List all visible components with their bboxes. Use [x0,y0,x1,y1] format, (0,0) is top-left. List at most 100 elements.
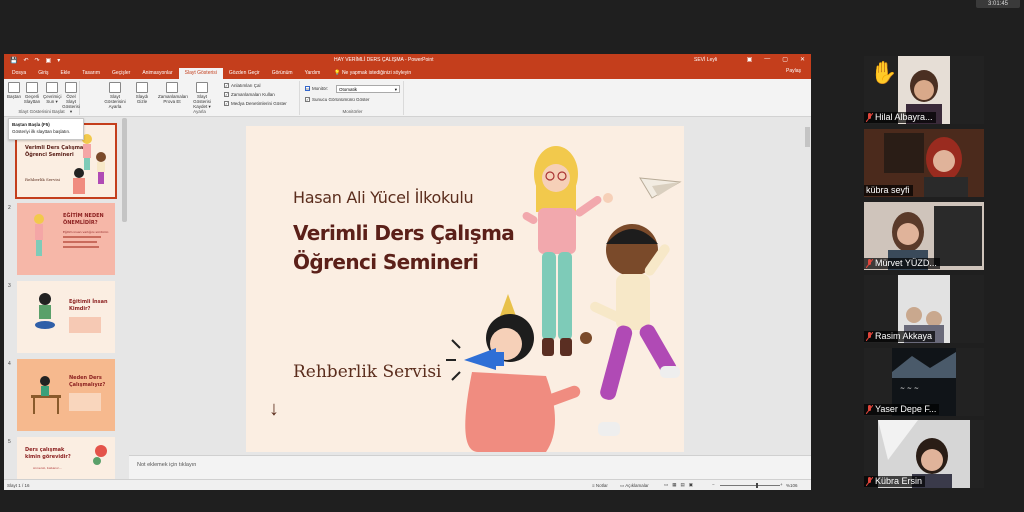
close-icon[interactable]: ✕ [800,56,805,63]
user-name[interactable]: SEVİ Leyli [694,57,717,63]
tab-design[interactable]: Tasarım [76,68,106,79]
thumb-1-text: Verimli Ders Çalışma [25,145,83,151]
thumb-5-text: Ders çalışmak [25,447,65,453]
notes-pane[interactable]: Not eklemek için tıklayın [129,455,811,479]
thumb-5-text: kimin görevidir? [25,454,71,460]
thumb-1-text: Öğrenci Semineri [25,151,74,158]
monitor-select[interactable]: Otomatik ▾ [336,85,400,93]
participant-tile[interactable]: Rasim Akkaya [864,275,984,343]
thumb-3-text: Kimdir? [69,306,91,312]
record-slideshow-button[interactable]: Slayt Gösterisi Kaydet ▾ [188,82,216,109]
thumb-2-text: ÖNEMLİDİR? [63,219,98,226]
play-narrations-checkbox[interactable]: ✓ Anlatımları Çal [224,83,261,88]
slide-thumbnail-3[interactable]: Eğitimli İnsan Kimdir? [17,281,115,353]
chevron-down-icon: ▾ [394,87,397,92]
ribbon-display-icon[interactable]: ▣ [747,56,753,63]
ribbon: Baştan Geçerli Slayttan Çevrimiçi Sun ▾ Öz… [4,79,811,117]
mic-muted-icon [865,258,874,269]
group-setup: Slayt Gösterisini Ayarla Slaydı Gizle Zama… [100,81,300,115]
customize-toolbar-icon[interactable]: ▾ [57,57,60,64]
record-icon [196,82,208,93]
from-beginning-button[interactable]: Baştan [6,82,22,99]
slide-number: 5 [8,439,11,445]
participant-name: Hilal Albayra... [864,112,936,123]
zoom-in-icon[interactable]: + [780,482,783,487]
slide-thumbnail-2[interactable]: EĞİTİM NEDEN ÖNEMLİDİR? Eğitim insan var… [17,203,115,275]
use-timings-checkbox[interactable]: ✓ Zamanlamaları Kullan [224,92,275,97]
scrollbar-thumb[interactable] [805,127,810,147]
powerpoint-window: 💾 ↶ ↷ ▣ ▾ HAY VERİMLİ DERS ÇALIŞMA - Pow… [4,54,811,490]
participant-name: Mürvet YÜZD... [864,258,940,269]
thumb-4-art: Neden Ders Çalışmalıyız? [31,375,105,414]
check-icon: ✓ [224,92,229,97]
participant-tile[interactable]: Kübra Ersin [864,420,984,488]
start-from-beginning-icon[interactable]: ▣ [46,57,52,64]
meeting-timer: 3:01:45 [976,0,1020,8]
monitor-icon: ▭ [305,86,310,91]
custom-show-icon [65,82,77,93]
hide-slide-button[interactable]: Slaydı Gizle [134,82,150,104]
quick-access-toolbar: 💾 ↶ ↷ ▣ ▾ [4,57,60,64]
zoom-level[interactable]: %106 [786,483,798,488]
tell-me-search[interactable]: 💡 Ne yapmak istediğinizi söyleyin [326,68,411,79]
presenter-view-checkbox[interactable]: ✓ Sunucu Görünümünü Göster [305,97,370,102]
thumb-2-art: EĞİTİM NEDEN ÖNEMLİDİR? Eğitim insan var… [34,212,109,256]
thumb-4-text: Çalışmalıyız? [69,382,105,388]
participant-name: Yaser Depe F... [864,404,940,415]
maximize-icon[interactable]: ▢ [782,56,788,63]
thumb-5-text: Anneniz, babanız... [33,466,62,470]
group-monitors-label: Monitörler [342,109,363,114]
thumb-2-text: Eğitim insan varlığını sürdürür. [63,230,109,234]
tab-review[interactable]: Gözden Geçir [223,68,266,79]
tab-home[interactable]: Giriş [32,68,54,79]
slide-scrollbar[interactable] [804,117,811,455]
hide-slide-icon [136,82,148,93]
slide-thumbnails-pane: 1 Hasan Ali Yücel İlkokulu Verimli Ders … [4,117,128,479]
view-buttons[interactable]: ▭▦▤▣ [664,482,697,488]
slide-number: 3 [8,283,11,289]
thumb-1-text: Rehberlik Servisi [25,177,61,182]
mic-muted-icon [865,331,874,342]
comments-button[interactable]: ▭ Açıklamalar [620,483,649,489]
tab-insert[interactable]: Ekle [54,68,76,79]
undo-icon[interactable]: ↶ [23,57,28,64]
show-media-controls-checkbox[interactable]: ✓ Medya Denetimlerini Göster [224,101,287,106]
meeting-screen: 3:01:45 💾 ↶ ↷ ▣ ▾ HAY VERİMLİ DERS ÇALIŞ… [0,0,1024,512]
redo-icon[interactable]: ↷ [35,57,40,64]
thumb-4-text: Neden Ders [69,375,102,381]
tab-view[interactable]: Görünüm [266,68,299,79]
running-boy-figure [580,224,680,436]
title-bar: 💾 ↶ ↷ ▣ ▾ HAY VERİMLİ DERS ÇALIŞMA - Pow… [4,54,811,66]
tab-slide-show[interactable]: Slayt Gösterisi [178,68,223,79]
setup-slideshow-button[interactable]: Slayt Gösterisini Ayarla [102,82,128,109]
rehearse-icon [166,82,178,93]
zoom-out-icon[interactable]: − [712,482,715,487]
share-button[interactable]: Paylaş [786,68,801,74]
thumb-3-text: Eğitimli İnsan [69,298,108,305]
participant-tile[interactable]: ✋ Hilal Albayra... [864,56,984,124]
minimize-icon[interactable]: — [764,56,770,63]
slide-thumbnail-4[interactable]: Neden Ders Çalışmalıyız? [17,359,115,431]
mic-muted-icon [865,476,874,487]
current-slide[interactable]: Hasan Ali Yücel İlkokulu Verimli Ders Ça… [246,126,684,452]
participant-tile[interactable]: Mürvet YÜZD... [864,202,984,270]
monitor-label: ▭ Monitör: [305,86,329,91]
save-icon[interactable]: 💾 [10,57,17,64]
zoom-slider[interactable] [720,483,780,488]
present-online-button[interactable]: Çevrimiçi Sun ▾ [43,82,62,104]
notes-button[interactable]: ≡ Notlar [592,483,608,488]
participant-tile[interactable]: ~ ~ ~ Yaser Depe F... [864,348,984,416]
slideshow-current-icon [26,82,38,93]
raised-hand-icon: ✋ [870,60,898,85]
tab-transitions[interactable]: Geçişler [106,68,136,79]
check-icon: ✓ [224,101,229,106]
participant-tile[interactable]: kübra seyfi [864,129,984,197]
tab-animations[interactable]: Animasyonlar [136,68,178,79]
tab-help[interactable]: Yardım [299,68,327,79]
thumbnails-scrollbar[interactable] [122,118,127,222]
from-current-button[interactable]: Geçerli Slayttan [23,82,41,104]
tab-file[interactable]: Dosya [6,68,32,79]
slide-thumbnail-5[interactable]: Ders çalışmak kimin görevidir? Anneniz, … [17,437,115,479]
check-icon: ✓ [224,83,229,88]
rehearse-timings-button[interactable]: Zamanlamaları Prova Et [158,82,188,104]
